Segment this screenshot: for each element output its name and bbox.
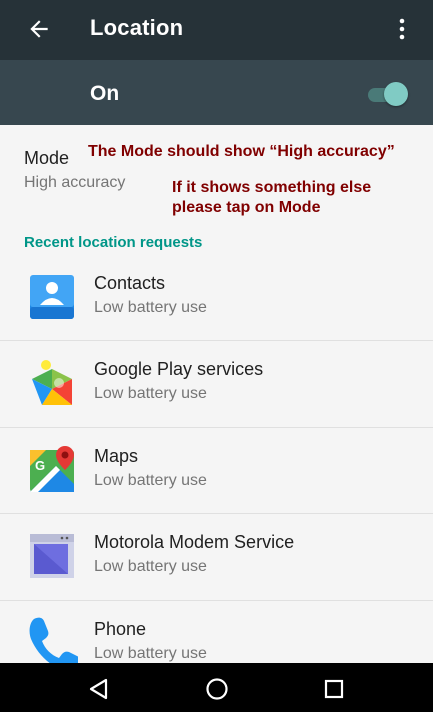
app-bar: Location (0, 0, 433, 60)
app-usage: Low battery use (94, 558, 207, 575)
annotation-line-3-text: please tap on Mode (172, 199, 321, 216)
annotation-line-1: The Mode should show “High accuracy” (88, 143, 395, 160)
page-title: Location (90, 15, 184, 40)
annotation-line-2: If it shows something else please tap on… (172, 178, 371, 218)
app-usage: Low battery use (94, 299, 207, 316)
app-name: Motorola Modem Service (94, 532, 295, 552)
nav-back-icon[interactable] (88, 678, 110, 700)
toggle-thumb (384, 82, 408, 106)
arrow-back-icon[interactable] (26, 16, 52, 42)
mode-title[interactable]: Mode (24, 148, 69, 169)
nav-recents-icon[interactable] (324, 679, 344, 699)
list-item-google-play-services[interactable]: Google Play services Low battery use (0, 341, 433, 427)
app-usage: Low battery use (94, 645, 207, 662)
list-item-motorola-modem-service[interactable]: Motorola Modem Service Low battery use (0, 514, 433, 600)
more-vert-icon[interactable] (394, 16, 410, 42)
navigation-bar (0, 663, 433, 712)
google-play-services-icon (32, 360, 72, 405)
app-name: Phone (94, 619, 147, 639)
app-name: Contacts (94, 273, 166, 293)
recent-requests-header: Recent location requests (24, 234, 203, 251)
list-item-phone[interactable]: Phone Low battery use (0, 601, 433, 663)
app-name: Maps (94, 446, 139, 466)
nav-home-icon[interactable] (205, 677, 229, 701)
contacts-icon (30, 275, 74, 319)
app-usage: Low battery use (94, 385, 207, 402)
svg-text:G: G (35, 458, 45, 473)
list-item-maps[interactable]: G Maps Low battery use (0, 428, 433, 514)
list-item-contacts[interactable]: Contacts Low battery use (0, 255, 433, 341)
app-name: Google Play services (94, 359, 264, 379)
motorola-modem-service-icon (30, 534, 74, 578)
phone-icon (29, 617, 78, 663)
switch-label: On (90, 82, 120, 105)
annotation-line-2-text: If it shows something else (172, 179, 372, 196)
maps-icon: G (30, 446, 74, 492)
app-usage: Low battery use (94, 472, 207, 489)
mode-value[interactable]: High accuracy (24, 174, 125, 192)
location-toggle[interactable] (366, 82, 408, 106)
